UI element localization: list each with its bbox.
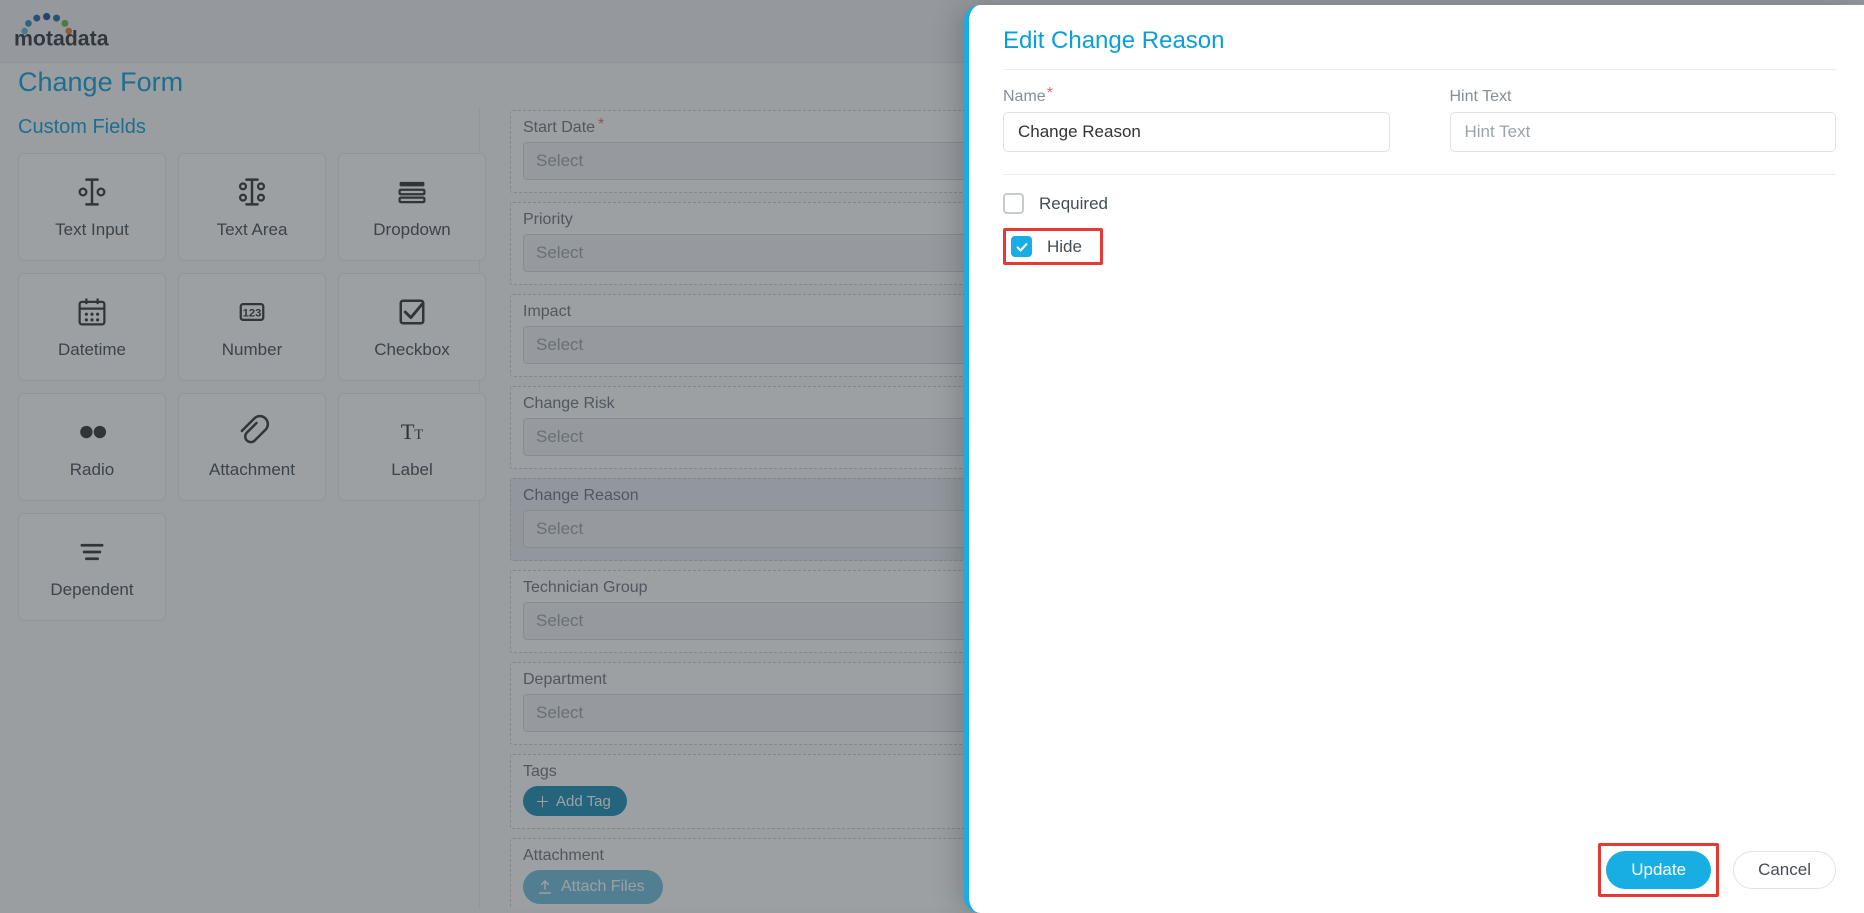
update-button[interactable]: Update <box>1606 851 1711 889</box>
radio-icon <box>74 414 110 450</box>
number-icon: 123 <box>234 294 270 330</box>
required-checkbox-label: Required <box>1039 194 1108 214</box>
svg-text:123: 123 <box>243 308 262 320</box>
name-label-text: Name <box>1003 88 1046 105</box>
plus-icon: ＋ <box>535 791 550 812</box>
name-input[interactable] <box>1003 112 1390 152</box>
highlight-hide: Hide <box>1003 228 1103 265</box>
field-type-dropdown[interactable]: Dropdown <box>338 153 486 261</box>
field-type-grid: Text Input Text Area Dropdown Datetime 123 Nu… <box>18 153 461 621</box>
dropdown-icon <box>394 174 430 210</box>
label-icon: TT <box>394 414 430 450</box>
custom-fields-heading: Custom Fields <box>18 116 461 139</box>
required-asterisk: * <box>1047 85 1053 102</box>
field-type-label: Number <box>222 340 282 360</box>
hint-field-wrap: Hint Text <box>1450 88 1837 152</box>
page-root: motadata Change Form Custom Fields Text … <box>0 0 1864 913</box>
checkbox-icon <box>394 294 430 330</box>
field-type-label: Attachment <box>209 460 295 480</box>
attachment-icon <box>234 414 270 450</box>
hide-checkbox[interactable]: Hide <box>1011 236 1095 257</box>
upload-icon <box>537 879 553 895</box>
text-area-icon <box>234 174 270 210</box>
field-type-label: Text Input <box>55 220 129 240</box>
field-type-radio[interactable]: Radio <box>18 393 166 501</box>
custom-fields-panel: Custom Fields Text Input Text Area Dropdow… <box>0 108 480 908</box>
panel-checkboxes: Required Hide <box>1003 175 1836 265</box>
attach-files-label: Attach Files <box>561 878 645 896</box>
name-label: Name* <box>1003 88 1390 106</box>
svg-text:T: T <box>401 419 415 444</box>
required-asterisk: * <box>598 116 604 134</box>
logo-text: motadata <box>14 26 109 50</box>
field-type-text-input[interactable]: Text Input <box>18 153 166 261</box>
svg-text:T: T <box>414 427 423 443</box>
logo: motadata <box>14 12 151 50</box>
panel-footer: Update Cancel <box>1003 847 1836 893</box>
panel-title: Edit Change Reason <box>1003 27 1836 70</box>
checkbox-box <box>1011 236 1032 257</box>
edit-field-panel: Edit Change Reason Name* Hint Text <box>964 5 1864 913</box>
field-type-datetime[interactable]: Datetime <box>18 273 166 381</box>
required-checkbox[interactable]: Required <box>1003 193 1836 214</box>
panel-body: Name* Hint Text Required <box>1003 70 1836 847</box>
field-type-label[interactable]: TT Label <box>338 393 486 501</box>
checkbox-box <box>1003 193 1024 214</box>
check-icon <box>1015 240 1029 254</box>
hint-input[interactable] <box>1450 112 1837 152</box>
hint-label: Hint Text <box>1450 88 1837 106</box>
field-type-label: Checkbox <box>374 340 450 360</box>
field-type-number[interactable]: 123 Number <box>178 273 326 381</box>
hide-checkbox-label: Hide <box>1047 237 1082 257</box>
name-field-wrap: Name* <box>1003 88 1390 152</box>
add-tag-button[interactable]: ＋ Add Tag <box>523 786 627 816</box>
datetime-icon <box>74 294 110 330</box>
field-type-label: Dropdown <box>373 220 451 240</box>
field-type-label: Text Area <box>217 220 288 240</box>
field-type-checkbox[interactable]: Checkbox <box>338 273 486 381</box>
dependent-icon <box>74 534 110 570</box>
motadata-logo-icon: motadata <box>14 12 151 50</box>
field-type-label: Radio <box>70 460 114 480</box>
text-input-icon <box>74 174 110 210</box>
add-tag-label: Add Tag <box>556 793 611 810</box>
attach-files-button[interactable]: Attach Files <box>523 870 663 904</box>
panel-row-inputs: Name* Hint Text <box>1003 88 1836 175</box>
field-type-label: Dependent <box>50 580 133 600</box>
cancel-button[interactable]: Cancel <box>1733 851 1836 889</box>
field-type-label: Datetime <box>58 340 126 360</box>
highlight-update: Update <box>1598 843 1719 897</box>
field-type-attachment[interactable]: Attachment <box>178 393 326 501</box>
field-type-text-area[interactable]: Text Area <box>178 153 326 261</box>
field-type-label: Label <box>391 460 433 480</box>
field-type-dependent[interactable]: Dependent <box>18 513 166 621</box>
